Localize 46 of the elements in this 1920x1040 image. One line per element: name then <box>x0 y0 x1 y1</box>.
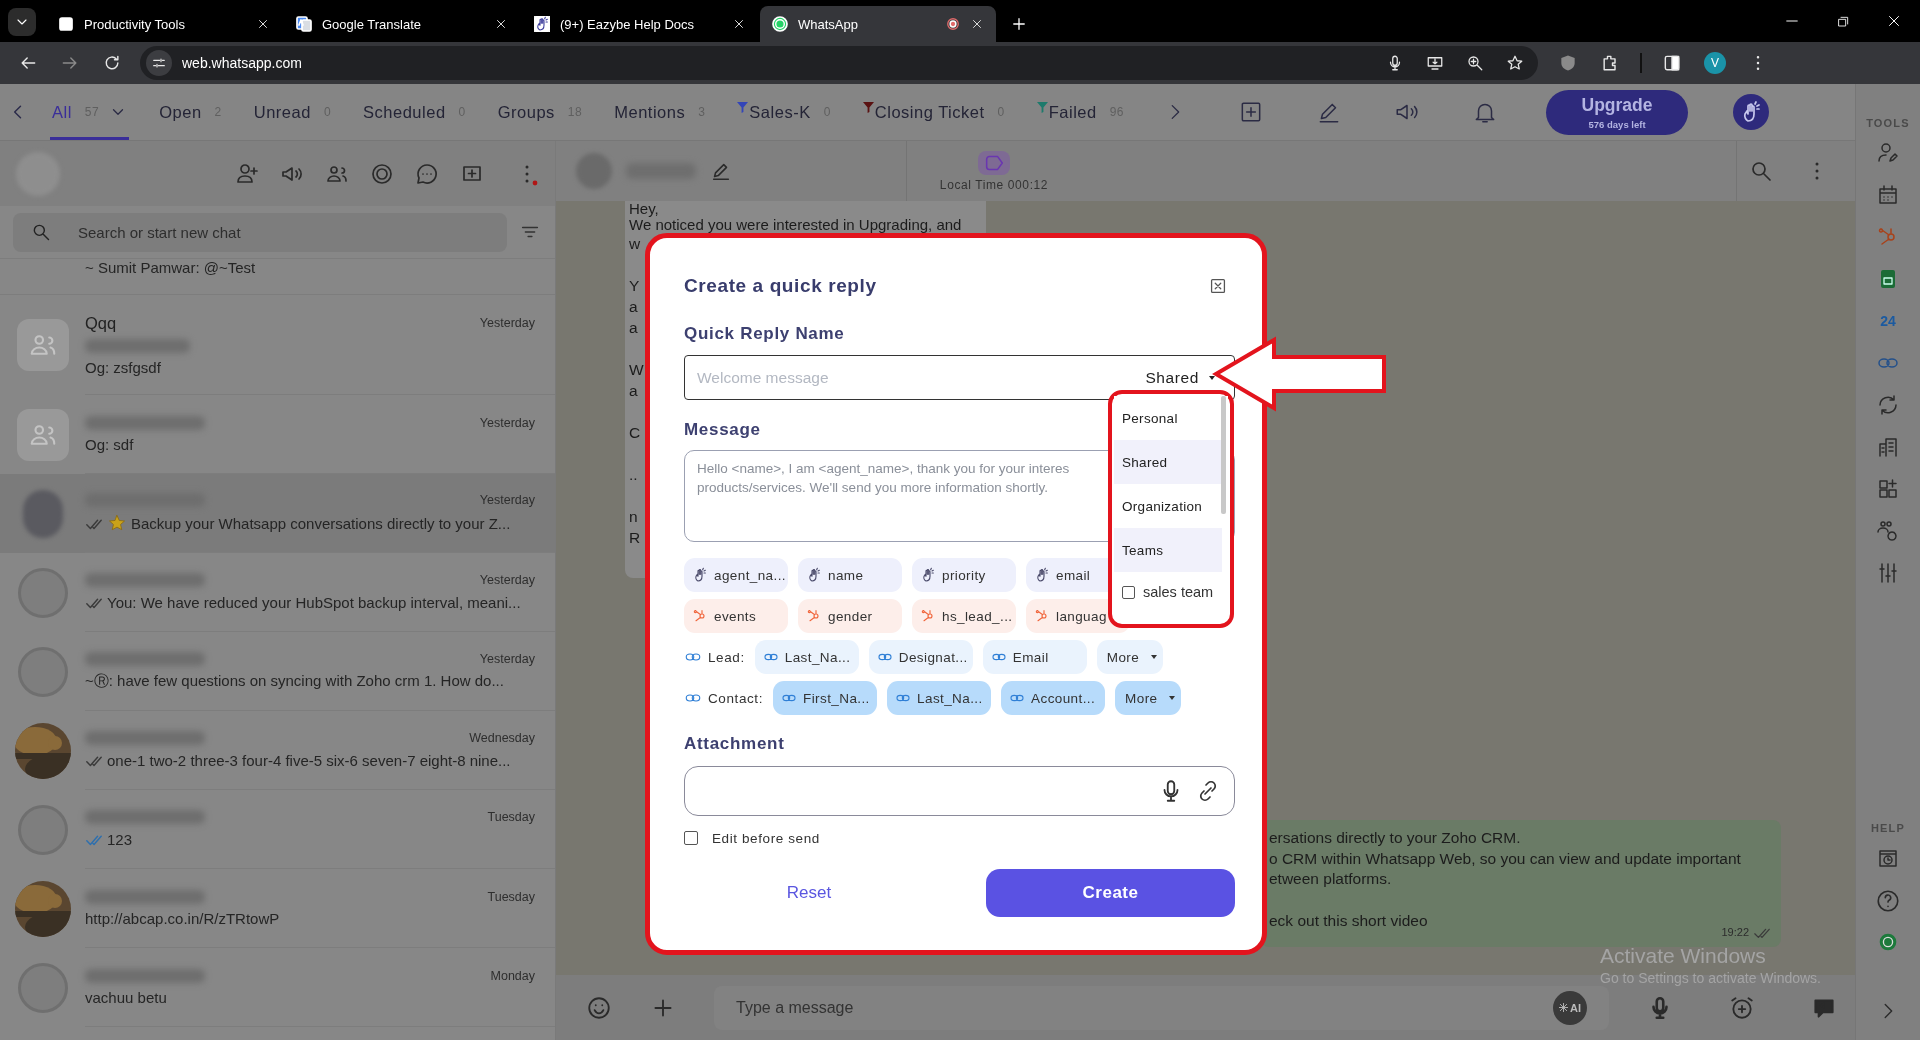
chat-time: Yesterday <box>479 493 535 507</box>
message-text: Y <box>629 276 640 296</box>
field-label: Quick Reply Name <box>684 324 846 344</box>
message-preview: http://abcap.co.in/R/zTRtowP <box>85 909 280 927</box>
chat-time: Tuesday <box>487 810 535 824</box>
message-preview: one-1 two-2 three-3 four-4 five-5 six-6 seven-7 eight-8 nine... <box>107 751 511 769</box>
chat-name: Qqq <box>85 313 117 333</box>
message-preview: You: We have reduced your HubSpot backup interval, meani... <box>107 593 521 611</box>
message-text: w <box>629 234 641 254</box>
chat-time: Tuesday <box>487 889 535 904</box>
group-label: Contact: <box>708 690 764 706</box>
message-text: C <box>629 423 641 443</box>
message-text: We noticed you were interested in Upgrading, and <box>629 217 962 233</box>
message-preview: Backup your Whatsapp conversations directly to your Z... <box>131 514 511 532</box>
chat-time: Yesterday <box>479 651 535 666</box>
chat-time: Monday <box>490 968 535 983</box>
chat-time: Yesterday <box>479 573 535 587</box>
message-text: n <box>629 507 638 527</box>
message-text: W <box>629 360 644 380</box>
url-text: web.whatsapp.com <box>182 55 302 71</box>
field-label: Message <box>684 420 762 440</box>
message-preview: ~ Sumit Pamwar: @~Test <box>85 259 257 276</box>
field-label: Attachment <box>684 734 786 754</box>
message-preview: Og: zsfgsdf <box>85 358 161 376</box>
message-preview: vachuu betu <box>85 988 167 1006</box>
message-time: 19:22 <box>1721 926 1749 938</box>
message-text: eck out this short video <box>1269 910 1428 931</box>
message-preview: 123 <box>107 830 133 848</box>
message-text: ersations directly to your Zoho CRM. <box>1269 828 1521 848</box>
message-text: R <box>629 528 641 548</box>
message-text: a <box>629 381 638 401</box>
message-text: .. <box>629 465 638 485</box>
message-text: o CRM within Whatsapp Web, so you can view and update important <box>1269 848 1741 869</box>
message-preview: Og: sdf <box>85 435 134 453</box>
chat-time: Yesterday <box>479 415 535 430</box>
chat-time: Yesterday <box>479 316 535 330</box>
checkbox-label: Edit before send <box>712 830 820 846</box>
message-text: etween platforms. <box>1269 869 1392 889</box>
message-text: a <box>629 297 638 317</box>
local-time: Local Time 000:12 <box>939 177 1049 192</box>
message-text: Hey, <box>629 201 659 217</box>
dialog-title: Create a quick reply <box>684 275 877 297</box>
group-label: Lead: <box>708 649 745 665</box>
chat-time: Wednesday <box>469 731 535 745</box>
message-preview: ~Ⓡ: have few questions on syncing with Zoho crm 1. How do... <box>85 671 504 691</box>
message-text: a <box>629 318 638 338</box>
